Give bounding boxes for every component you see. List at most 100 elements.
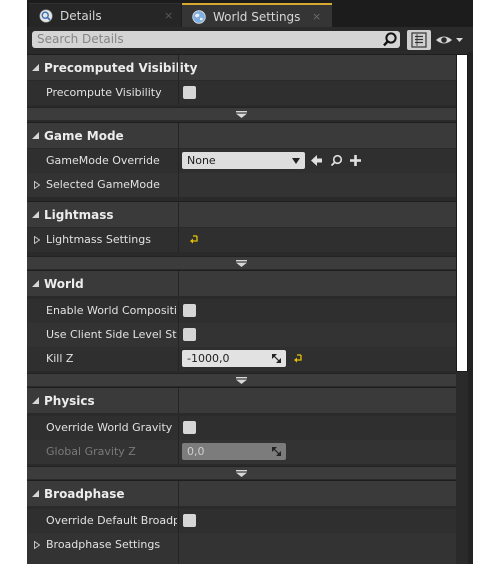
category-title: Game Mode xyxy=(44,129,124,143)
category-title: World xyxy=(44,277,84,291)
property-row-lightmass-settings[interactable]: Lightmass Settings xyxy=(27,228,456,252)
collapse-triangle-icon xyxy=(32,211,39,218)
advanced-chevron-down-icon xyxy=(236,260,247,267)
category-game-mode[interactable]: Game Mode xyxy=(27,122,456,148)
column-splitter xyxy=(178,202,179,227)
column-splitter xyxy=(178,509,179,533)
column-splitter xyxy=(178,388,179,413)
details-panel: Details × World Settings × Search Detail… xyxy=(27,0,473,564)
add-plus-icon[interactable] xyxy=(349,154,362,167)
category-physics[interactable]: Physics xyxy=(27,387,456,413)
collapse-triangle-icon xyxy=(32,64,39,71)
property-label: Override Default Broadpha xyxy=(46,514,177,527)
tab-details-label: Details xyxy=(60,9,102,23)
reset-to-default-arrow-icon[interactable] xyxy=(190,235,198,244)
column-splitter xyxy=(178,81,179,105)
category-lightmass[interactable]: Lightmass xyxy=(27,201,456,227)
kill-z-value: -1000,0 xyxy=(187,352,230,365)
advanced-expander-precomputed-visibility[interactable] xyxy=(27,107,456,120)
kill-z-input[interactable]: -1000,0 xyxy=(182,350,286,367)
advanced-expander-physics[interactable] xyxy=(27,466,456,479)
category-title: Broadphase xyxy=(44,487,125,501)
column-splitter xyxy=(178,533,179,564)
drag-resize-icon xyxy=(272,354,281,363)
collapse-triangle-icon xyxy=(32,280,39,287)
property-label: Override World Gravity xyxy=(46,421,173,434)
column-splitter xyxy=(178,323,179,347)
view-options-button[interactable] xyxy=(407,30,431,50)
world-globe-icon xyxy=(192,10,206,24)
tab-world-settings-close-icon[interactable]: × xyxy=(312,5,321,29)
vertical-scrollbar[interactable] xyxy=(456,54,468,372)
column-splitter xyxy=(178,440,179,464)
column-splitter xyxy=(178,416,179,440)
column-splitter xyxy=(178,123,179,148)
search-input[interactable]: Search Details xyxy=(32,31,400,48)
browse-magnifier-icon[interactable] xyxy=(330,154,343,167)
global-gravity-z-input: 0,0 xyxy=(182,443,286,460)
property-label: GameMode Override xyxy=(46,154,160,167)
property-label: Use Client Side Level Strea xyxy=(46,328,177,341)
category-world[interactable]: World xyxy=(27,270,456,296)
override-default-broadphase-checkbox[interactable] xyxy=(183,514,196,527)
dropdown-arrow-icon xyxy=(292,158,300,164)
property-label: Global Gravity Z xyxy=(46,445,136,458)
property-row-precompute-visibility: Precompute Visibility xyxy=(27,81,456,105)
property-row-kill-z: Kill Z -1000,0 xyxy=(27,347,456,371)
global-gravity-z-value: 0,0 xyxy=(187,445,205,458)
column-splitter xyxy=(178,299,179,323)
use-client-side-level-streaming-checkbox[interactable] xyxy=(183,328,196,341)
search-row: Search Details xyxy=(27,28,473,52)
property-row-use-client-side-level-streaming: Use Client Side Level Strea xyxy=(27,323,456,347)
property-row-global-gravity-z: Global Gravity Z 0,0 xyxy=(27,440,456,464)
column-splitter xyxy=(178,347,179,371)
column-splitter xyxy=(178,271,179,296)
advanced-expander-world[interactable] xyxy=(27,373,456,386)
drag-resize-icon xyxy=(272,447,281,456)
collapse-triangle-icon xyxy=(32,490,39,497)
column-splitter xyxy=(178,173,179,197)
column-splitter xyxy=(178,228,179,252)
category-title: Physics xyxy=(44,394,95,408)
tab-world-settings[interactable]: World Settings × xyxy=(182,3,332,27)
expand-triangle-icon xyxy=(34,236,40,244)
tab-world-settings-label: World Settings xyxy=(213,10,301,24)
tab-details[interactable]: Details × xyxy=(29,3,181,27)
column-splitter xyxy=(178,55,179,80)
property-row-override-world-gravity: Override World Gravity xyxy=(27,416,456,440)
property-row-selected-gamemode[interactable]: Selected GameMode xyxy=(27,173,456,197)
tab-details-close-icon[interactable]: × xyxy=(164,4,173,28)
eye-visibility-icon[interactable] xyxy=(435,33,465,47)
use-selected-arrow-icon[interactable] xyxy=(310,154,323,167)
advanced-expander-lightmass[interactable] xyxy=(27,256,456,269)
property-row-override-default-broadphase: Override Default Broadpha xyxy=(27,509,456,533)
collapse-triangle-icon xyxy=(32,397,39,404)
property-label: Lightmass Settings xyxy=(46,233,151,246)
gamemode-override-combo[interactable]: None xyxy=(182,152,305,169)
property-label: Precompute Visibility xyxy=(46,86,162,99)
override-world-gravity-checkbox[interactable] xyxy=(183,421,196,434)
property-row-broadphase-settings[interactable]: Broadphase Settings xyxy=(27,533,456,564)
property-label: Enable World Composition xyxy=(46,304,177,317)
advanced-chevron-down-icon xyxy=(236,111,247,118)
category-title: Lightmass xyxy=(44,208,114,222)
column-splitter xyxy=(178,149,179,173)
details-magnifier-icon xyxy=(39,9,53,23)
advanced-chevron-down-icon xyxy=(236,377,247,384)
property-label: Kill Z xyxy=(46,352,74,365)
precompute-visibility-checkbox[interactable] xyxy=(183,86,196,99)
property-label: Selected GameMode xyxy=(46,178,160,191)
reset-to-default-arrow-icon[interactable] xyxy=(294,354,302,363)
category-broadphase[interactable]: Broadphase xyxy=(27,480,456,506)
property-row-gamemode-override: GameMode Override None xyxy=(27,149,456,173)
tab-bar: Details × World Settings × xyxy=(27,0,473,27)
category-precomputed-visibility[interactable]: Precomputed Visibility xyxy=(27,54,456,80)
expand-triangle-icon xyxy=(34,541,40,549)
enable-world-composition-checkbox[interactable] xyxy=(183,304,196,317)
search-placeholder: Search Details xyxy=(37,32,124,46)
expand-triangle-icon xyxy=(34,181,40,189)
search-icon[interactable] xyxy=(382,31,398,48)
category-title: Precomputed Visibility xyxy=(44,61,198,75)
column-splitter xyxy=(178,481,179,506)
panel-right-edge xyxy=(468,52,473,564)
